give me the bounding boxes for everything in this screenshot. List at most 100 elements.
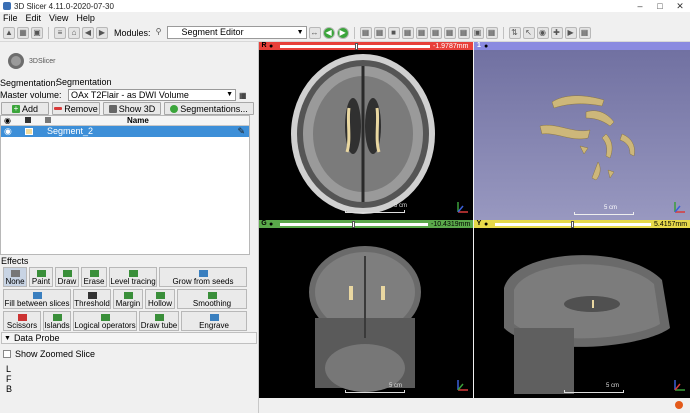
- cursor-arrow-icon[interactable]: ↖: [522, 26, 535, 39]
- effect-fill-label: Fill between slices: [4, 299, 70, 308]
- eye-icon[interactable]: ◉: [4, 126, 12, 137]
- segments-table[interactable]: ◉ Name ◉ Segment_2 ✎: [0, 115, 250, 255]
- module-history-icon[interactable]: ↔: [308, 26, 321, 39]
- layout-dual-icon[interactable]: ▦: [415, 26, 428, 39]
- green-slice-view[interactable]: G ● -10.4319mm 5 cm: [259, 220, 473, 398]
- home-icon[interactable]: ⌂: [68, 26, 80, 39]
- red-slice-view[interactable]: R ● -1.9787mm 5 cm: [259, 42, 473, 220]
- cursor-icon: [10, 270, 20, 277]
- effect-hollow[interactable]: Hollow: [145, 289, 175, 309]
- pin-icon[interactable]: ●: [269, 221, 277, 228]
- effect-level-tracing[interactable]: Level tracing: [109, 267, 157, 287]
- layout-more-icon[interactable]: ▦: [485, 26, 498, 39]
- green-slice-slider[interactable]: [280, 220, 428, 228]
- effect-smoothing[interactable]: Smoothing: [177, 289, 247, 309]
- module-selector[interactable]: Segment Editor ▼: [166, 26, 307, 39]
- effect-islands[interactable]: Islands: [43, 311, 71, 331]
- effect-erase[interactable]: Erase: [81, 267, 107, 287]
- margin-icon: [123, 292, 133, 299]
- effect-none[interactable]: None: [3, 267, 27, 287]
- layout-icon[interactable]: ▦: [359, 26, 372, 39]
- 3d-view[interactable]: 1 ● 5 cm: [474, 42, 690, 220]
- layout-conventional-icon[interactable]: ▦: [373, 26, 386, 39]
- axial-brain-image: [291, 54, 435, 214]
- slider-handle[interactable]: [352, 220, 355, 228]
- table-row[interactable]: ◉ Segment_2 ✎: [1, 126, 249, 137]
- module-list-icon[interactable]: ≡: [54, 26, 66, 39]
- effect-paint[interactable]: Paint: [29, 267, 53, 287]
- segmentation-select[interactable]: Segmentation: [54, 77, 254, 89]
- layout-plot-icon[interactable]: ▦: [443, 26, 456, 39]
- volume-settings-icon[interactable]: ▦: [239, 91, 247, 100]
- forward-icon[interactable]: ▶: [96, 26, 108, 39]
- yellow-slice-slider[interactable]: [495, 220, 651, 228]
- orientation-axes-icon: [674, 202, 685, 213]
- next-module-icon[interactable]: ▶: [336, 26, 349, 39]
- plus-icon: +: [11, 103, 20, 113]
- effect-margin[interactable]: Margin: [113, 289, 143, 309]
- cube-icon[interactable]: ■: [387, 26, 400, 39]
- add-segment-button[interactable]: + Add: [1, 102, 49, 115]
- load-data-icon[interactable]: ▲: [3, 26, 15, 39]
- segment-color-swatch[interactable]: [25, 128, 33, 135]
- dicom-icon[interactable]: ▦: [17, 26, 29, 39]
- layout-table-icon[interactable]: ▦: [429, 26, 442, 39]
- save-icon[interactable]: ▣: [31, 26, 43, 39]
- slider-handle[interactable]: [355, 42, 358, 50]
- red-slice-slider[interactable]: [280, 42, 430, 50]
- minimize-button[interactable]: –: [630, 0, 650, 12]
- view-transform-icon[interactable]: ⇅: [508, 26, 521, 39]
- data-probe-title: Data Probe: [13, 333, 60, 343]
- green-view-label: G: [261, 220, 267, 227]
- previous-module-icon[interactable]: ◀: [322, 26, 335, 39]
- back-icon[interactable]: ◀: [82, 26, 94, 39]
- effect-engrave[interactable]: Engrave: [181, 311, 247, 331]
- effect-draw-tube[interactable]: Draw tube: [139, 311, 179, 331]
- effect-fill-between-slices[interactable]: Fill between slices: [3, 289, 71, 309]
- extension-manager-icon[interactable]: ▦: [578, 26, 591, 39]
- layout-four-up-icon[interactable]: ▦: [401, 26, 414, 39]
- remove-segment-button[interactable]: Remove: [52, 102, 100, 115]
- crosshair-fill-icon[interactable]: ▦: [457, 26, 470, 39]
- markup-point-icon[interactable]: ◉: [536, 26, 549, 39]
- effect-draw-tube-label: Draw tube: [140, 321, 178, 330]
- edit-pencil-icon[interactable]: ✎: [237, 126, 245, 137]
- sagittal-brain-image: [504, 255, 670, 394]
- effect-logical-operators[interactable]: Logical operators: [73, 311, 137, 331]
- screenshot-icon[interactable]: ▣: [471, 26, 484, 39]
- pin-icon[interactable]: ●: [484, 221, 492, 228]
- segment-name[interactable]: Segment_2: [47, 126, 93, 136]
- effect-scissors[interactable]: Scissors: [3, 311, 41, 331]
- close-button[interactable]: ✕: [670, 0, 690, 12]
- slider-handle[interactable]: [571, 220, 574, 228]
- master-volume-label: Master volume:: [0, 90, 62, 100]
- maximize-button[interactable]: □: [650, 0, 670, 12]
- toolbar-separator: [48, 26, 49, 39]
- crosshair-icon[interactable]: ✚: [550, 26, 563, 39]
- search-icon[interactable]: ⚲: [153, 27, 165, 39]
- 3d-view-label: 1: [477, 42, 481, 49]
- menu-view[interactable]: View: [49, 13, 68, 23]
- show-3d-button[interactable]: Show 3D: [103, 102, 161, 115]
- green-scale-bar: [345, 390, 405, 393]
- menu-file[interactable]: File: [3, 13, 18, 23]
- effect-draw[interactable]: Draw: [55, 267, 79, 287]
- add-segment-label: Add: [21, 103, 38, 114]
- master-volume-select[interactable]: OAx T2Flair - as DWI Volume ▼: [68, 89, 236, 101]
- data-probe-header[interactable]: ▼ Data Probe: [1, 332, 257, 344]
- segmentations-button[interactable]: Segmentations...: [164, 102, 254, 115]
- table-header: ◉ Name: [1, 116, 249, 126]
- menu-help[interactable]: Help: [76, 13, 95, 23]
- effect-threshold[interactable]: Threshold: [73, 289, 111, 309]
- logical-operators-icon: [100, 314, 110, 321]
- python-console-icon[interactable]: ▶: [564, 26, 577, 39]
- effects-section: Effects None Paint Draw Erase Level trac…: [0, 255, 250, 333]
- error-log-icon[interactable]: [675, 401, 683, 409]
- 3d-view-controller: 1 ●: [474, 42, 690, 50]
- pin-icon[interactable]: ●: [484, 43, 492, 50]
- yellow-slice-view[interactable]: Y ● 5.4157mm 5 cm: [474, 220, 690, 398]
- effect-grow-from-seeds[interactable]: Grow from seeds: [159, 267, 247, 287]
- menu-edit[interactable]: Edit: [26, 13, 42, 23]
- pin-icon[interactable]: ●: [269, 43, 277, 50]
- show-zoomed-checkbox[interactable]: [3, 350, 11, 358]
